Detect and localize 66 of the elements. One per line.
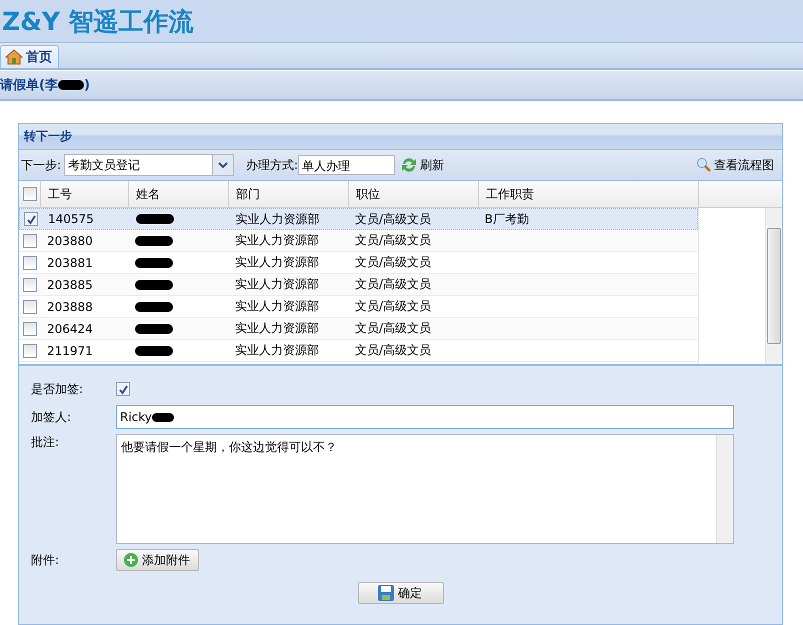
table-cell: 实业人力资源部: [235, 276, 319, 293]
column-header[interactable]: 姓名: [128, 181, 228, 207]
view-flowchart-button[interactable]: 查看流程图: [694, 156, 776, 174]
table-cell: 文员/高级文员: [355, 276, 432, 293]
next-step-label: 下一步:: [21, 156, 62, 174]
column-header[interactable]: 职位: [348, 181, 478, 207]
table-cell: 实业人力资源部: [235, 320, 319, 337]
app-logo: Z&Y 智遥工作流: [2, 6, 194, 38]
table-cell: 实业人力资源部: [235, 342, 319, 359]
table-cell: 文员/高级文员: [355, 254, 432, 271]
row-checkbox[interactable]: [23, 322, 37, 336]
table-cell: 206424: [47, 322, 93, 336]
table-cell: B厂考勤: [484, 210, 529, 228]
table-cell: 203888: [47, 300, 93, 314]
table-cell: 文员/高级文员: [355, 232, 432, 249]
table-cell: 实业人力资源部: [235, 298, 319, 315]
table-cell: 203880: [47, 234, 93, 248]
form-title: 请假单(李: [0, 77, 58, 94]
table-cell: 实业人力资源部: [235, 232, 319, 249]
table-cell: 203885: [47, 278, 93, 292]
add-attachment-button[interactable]: 添加附件: [116, 549, 199, 571]
confirm-button[interactable]: 确定: [358, 582, 444, 604]
next-step-dropdown[interactable]: 考勤文员登记: [64, 154, 234, 176]
comment-textarea[interactable]: 他要请假一个星期，你这边觉得可以不？: [116, 434, 734, 544]
table-cell: 文员/高级文员: [355, 298, 432, 315]
attachment-label: 附件:: [31, 552, 60, 568]
house-icon: [5, 49, 23, 65]
table-cell: 203881: [47, 256, 93, 270]
table-row[interactable]: 203880 实业人力资源部 文员/高级文员: [19, 230, 698, 252]
table-cell: 文员/高级文员: [355, 342, 432, 359]
comment-label: 批注:: [31, 434, 60, 451]
search-icon: [696, 157, 712, 173]
row-checkbox[interactable]: [23, 256, 37, 270]
signer-input[interactable]: Ricky: [116, 405, 734, 429]
table-cell: 211971: [47, 344, 93, 358]
table-cell: 文员/高级文员: [355, 320, 432, 337]
home-tab[interactable]: 首页: [0, 45, 59, 68]
row-checkbox[interactable]: [24, 212, 38, 226]
row-checkbox[interactable]: [23, 344, 37, 358]
column-header[interactable]: 部门: [228, 181, 348, 207]
table-cell: 文员/高级文员: [355, 210, 432, 228]
refresh-icon: [400, 157, 418, 173]
mode-label: 办理方式:: [246, 156, 298, 174]
refresh-button[interactable]: 刷新: [398, 156, 446, 174]
row-checkbox[interactable]: [23, 300, 37, 314]
table-row[interactable]: 140575 实业人力资源部 文员/高级文员 B厂考勤: [19, 208, 698, 230]
row-checkbox[interactable]: [23, 278, 37, 292]
mode-field[interactable]: 单人办理: [298, 155, 396, 175]
table-cell: 140575: [48, 212, 94, 226]
table-row[interactable]: 211971 实业人力资源部 文员/高级文员: [19, 340, 698, 362]
scrollbar[interactable]: [765, 208, 782, 364]
panel-title: 转下一步: [24, 128, 72, 145]
table-cell: 实业人力资源部: [235, 210, 320, 228]
countersign-label: 是否加签:: [31, 380, 84, 398]
column-header[interactable]: 工号: [40, 181, 128, 207]
countersign-checkbox[interactable]: [116, 382, 130, 396]
signer-label: 加签人:: [31, 408, 72, 426]
plus-icon: [123, 552, 139, 568]
column-header[interactable]: 工作职责: [478, 181, 698, 207]
form-title-end: ): [84, 78, 90, 92]
chevron-down-icon: [212, 155, 234, 175]
table-row[interactable]: 203885 实业人力资源部 文员/高级文员: [19, 274, 698, 296]
row-checkbox[interactable]: [23, 234, 37, 248]
table-cell: 实业人力资源部: [235, 254, 319, 271]
select-all-checkbox[interactable]: [23, 187, 37, 201]
table-row[interactable]: 206424 实业人力资源部 文员/高级文员: [19, 318, 698, 340]
